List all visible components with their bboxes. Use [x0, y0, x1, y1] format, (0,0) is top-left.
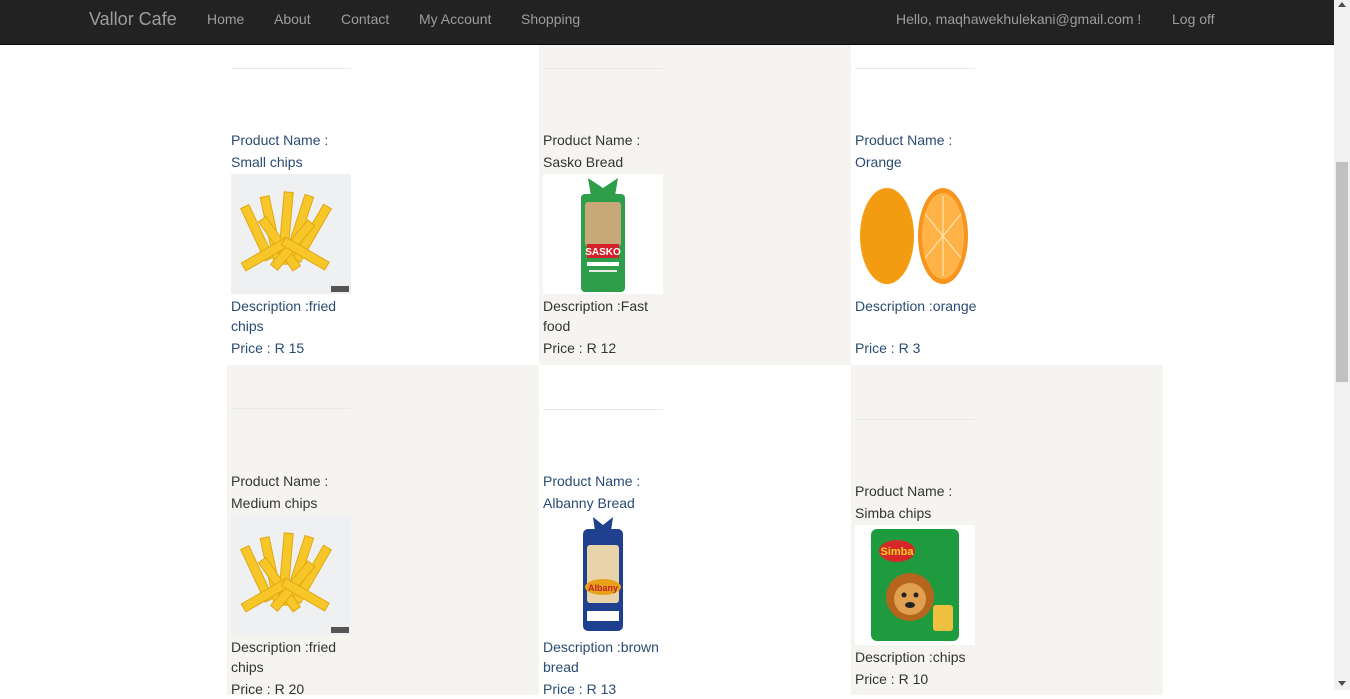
product-card: Product Name : Sasko Bread SASKO Descrip…	[539, 45, 851, 365]
product-name-label: Product Name :	[855, 132, 953, 148]
scroll-down-arrow-icon[interactable]	[1338, 681, 1346, 686]
product-name-label: Product Name :	[855, 483, 953, 499]
divider	[231, 68, 351, 69]
vertical-scrollbar[interactable]	[1334, 0, 1350, 690]
product-name: Orange	[855, 154, 902, 170]
logoff-link[interactable]: Log off	[1172, 11, 1215, 27]
nav-shopping[interactable]: Shopping	[521, 11, 580, 27]
nav-about[interactable]: About	[274, 11, 311, 27]
divider	[543, 409, 663, 410]
product-description: Description :fried chips	[231, 639, 337, 675]
product-price: Price : R 10	[855, 671, 929, 687]
fries-image	[231, 174, 351, 294]
product-name-label: Product Name :	[231, 132, 329, 148]
product-name: Medium chips	[231, 495, 318, 511]
product-card: Product Name : Medium chips Description …	[227, 365, 539, 697]
simba-chips-image: Simba	[855, 525, 975, 645]
product-name: Albanny Bread	[543, 495, 635, 511]
fries-image	[231, 515, 351, 635]
product-card: Product Name : Simba chips Simba Descrip…	[851, 365, 1163, 695]
divider	[543, 68, 663, 69]
product-description: Description :Fast food	[543, 298, 649, 334]
top-navbar: Vallor Cafe Home About Contact My Accoun…	[0, 0, 1334, 45]
product-name-label: Product Name :	[543, 132, 641, 148]
product-card: Product Name : Albanny Bread Albany Desc…	[539, 365, 851, 697]
product-price: Price : R 13	[543, 681, 617, 697]
albany-bread-image: Albany	[543, 515, 663, 635]
scroll-up-arrow-icon[interactable]	[1338, 2, 1346, 7]
product-description: Description :fried chips	[231, 298, 337, 334]
product-price: Price : R 15	[231, 340, 305, 356]
divider	[231, 408, 351, 409]
divider	[855, 68, 975, 69]
product-card: Product Name : Orange Description :orang…	[851, 45, 1163, 365]
user-greeting-link[interactable]: Hello, maqhawekhulekani@gmail.com !	[896, 11, 1141, 27]
product-card: Product Name : Small chips Description :…	[227, 45, 539, 365]
product-description: Description :chips	[855, 649, 966, 665]
orange-image	[855, 174, 975, 294]
nav-home[interactable]: Home	[207, 11, 244, 27]
product-description: Description :brown bread	[543, 639, 659, 675]
brand-link[interactable]: Vallor Cafe	[89, 9, 177, 30]
product-name: Simba chips	[855, 505, 932, 521]
nav-my-account[interactable]: My Account	[419, 11, 491, 27]
product-name-label: Product Name :	[543, 473, 641, 489]
product-price: Price : R 3	[855, 340, 921, 356]
svg-text:Albany: Albany	[588, 583, 618, 593]
product-name: Small chips	[231, 154, 303, 170]
nav-contact[interactable]: Contact	[341, 11, 389, 27]
product-name-label: Product Name :	[231, 473, 329, 489]
scroll-thumb[interactable]	[1336, 162, 1348, 382]
product-price: Price : R 20	[231, 681, 305, 697]
product-description: Description :orange	[855, 298, 977, 314]
svg-text:SASKO: SASKO	[585, 247, 621, 258]
svg-text:Simba: Simba	[880, 546, 914, 558]
sasko-bread-image: SASKO	[543, 174, 663, 294]
product-price: Price : R 12	[543, 340, 617, 356]
product-name: Sasko Bread	[543, 154, 624, 170]
divider	[855, 419, 975, 420]
